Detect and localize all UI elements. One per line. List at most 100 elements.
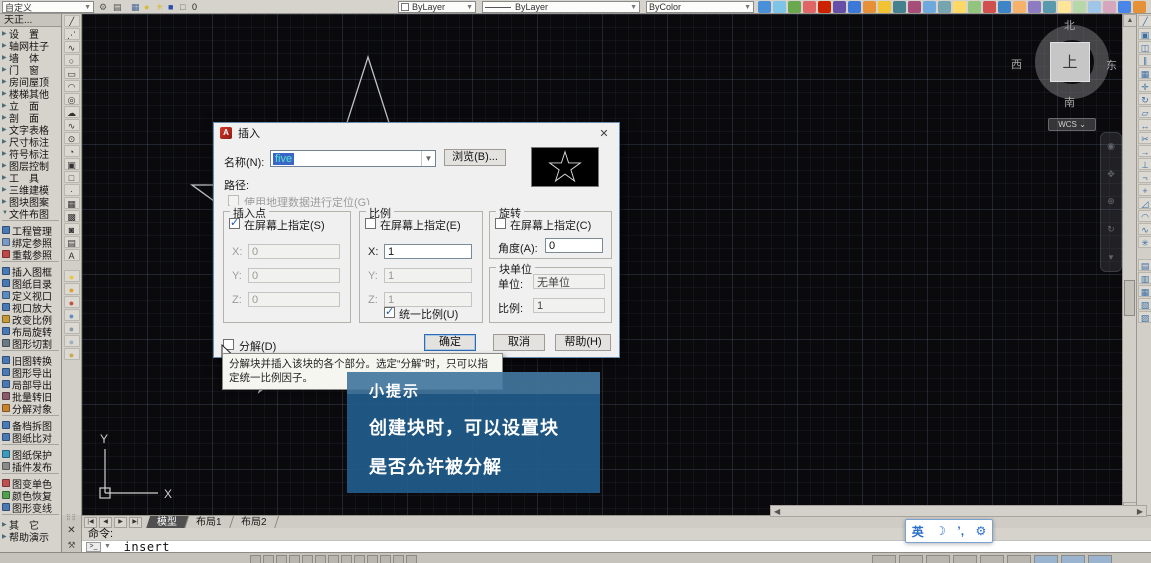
toolbar-icon[interactable] bbox=[1028, 1, 1041, 13]
viewcube-west-label[interactable]: 西 bbox=[1011, 56, 1022, 72]
sidebar-item[interactable]: 视口放大 bbox=[0, 301, 61, 313]
break-at-point-icon[interactable]: ⊥ bbox=[1138, 158, 1151, 170]
sidebar-item[interactable]: 分解对象 bbox=[0, 402, 61, 414]
status-icon[interactable] bbox=[276, 555, 287, 563]
sidebar-item[interactable]: 图形切割 bbox=[0, 337, 61, 349]
move-icon[interactable]: ✛ bbox=[1138, 80, 1151, 92]
stretch-icon[interactable]: ↔ bbox=[1138, 119, 1151, 131]
chamfer-icon[interactable]: ◿ bbox=[1138, 197, 1151, 209]
status-icon[interactable] bbox=[328, 555, 339, 563]
moon-icon[interactable]: ☽ bbox=[935, 524, 946, 538]
status-icon[interactable] bbox=[393, 555, 404, 563]
tab-layout1[interactable]: 布局1 bbox=[185, 516, 234, 529]
sidebar-item[interactable]: 图纸比对 bbox=[0, 431, 61, 443]
sidebar-item[interactable]: ▶符号标注 bbox=[0, 147, 61, 159]
sidebar-item[interactable]: 备档拆图 bbox=[0, 419, 61, 431]
uniform-scale-checkbox[interactable] bbox=[384, 307, 395, 318]
table-icon[interactable]: ▤ bbox=[64, 236, 80, 248]
object-color-dropdown[interactable]: ByLayer▼ bbox=[398, 1, 476, 13]
status-icon[interactable] bbox=[367, 555, 378, 563]
group-tool-5-icon[interactable]: ▨ bbox=[1138, 311, 1151, 323]
sidebar-item[interactable]: 插件发布 bbox=[0, 460, 61, 472]
viewcube-east-label[interactable]: 东 bbox=[1106, 57, 1117, 73]
sidebar-item[interactable]: 布局旋转 bbox=[0, 325, 61, 337]
ime-language-toggle[interactable]: 英 bbox=[912, 523, 924, 540]
status-icon[interactable] bbox=[354, 555, 365, 563]
status-toggle[interactable] bbox=[872, 555, 896, 563]
group-tool-2-icon[interactable]: ▥ bbox=[1138, 272, 1151, 284]
sidebar-item[interactable]: 图纸目录 bbox=[0, 277, 61, 289]
sidebar-item[interactable]: ▶工 具 bbox=[0, 171, 61, 183]
sidebar-item[interactable]: ▶三维建模 bbox=[0, 183, 61, 195]
rotate-icon[interactable]: ↻ bbox=[1138, 93, 1151, 105]
status-toggle[interactable] bbox=[1007, 555, 1031, 563]
line-icon[interactable]: ╱ bbox=[64, 15, 80, 27]
sidebar-item[interactable]: 图形变线 bbox=[0, 501, 61, 513]
viewcube-top-face[interactable]: 上 bbox=[1050, 42, 1090, 82]
specify-onscreen-rotation-checkbox[interactable] bbox=[495, 218, 506, 229]
revision-cloud-icon[interactable]: ☁ bbox=[64, 106, 80, 118]
toolbar-icon[interactable] bbox=[1103, 1, 1116, 13]
trim-icon[interactable]: ✂ bbox=[1138, 132, 1151, 144]
first-tab-icon[interactable]: |◀ bbox=[84, 517, 97, 528]
sidebar-item[interactable]: 旧图转换 bbox=[0, 354, 61, 366]
blend-curves-icon[interactable]: ∿ bbox=[1138, 223, 1151, 235]
status-toggle[interactable] bbox=[899, 555, 923, 563]
layer-bulb-icon[interactable]: ● bbox=[144, 1, 149, 13]
status-toggle[interactable] bbox=[980, 555, 1004, 563]
sidebar-item[interactable]: ▶房间屋顶 bbox=[0, 75, 61, 87]
navigation-bar[interactable]: ◉ ✥ ⊕ ↻ ▾ bbox=[1100, 132, 1122, 272]
sidebar-item[interactable]: ▶尺寸标注 bbox=[0, 135, 61, 147]
gear-icon[interactable]: ⚙ bbox=[99, 1, 107, 13]
sidebar-item[interactable]: ▶图层控制 bbox=[0, 159, 61, 171]
toolbar-icon[interactable] bbox=[833, 1, 846, 13]
toolbar-icon[interactable] bbox=[848, 1, 861, 13]
ok-button[interactable]: 确定 bbox=[424, 334, 476, 351]
toolbar-icon[interactable] bbox=[998, 1, 1011, 13]
scroll-right-icon[interactable]: ▶ bbox=[1137, 507, 1143, 516]
offset-icon[interactable]: ∥ bbox=[1138, 54, 1151, 66]
scale-x-input[interactable] bbox=[384, 244, 472, 259]
sidebar-item[interactable]: 绑定参照 bbox=[0, 236, 61, 248]
dialog-titlebar[interactable]: A 插入 ✕ bbox=[214, 123, 619, 143]
region-icon[interactable]: ◙ bbox=[64, 223, 80, 235]
copy-icon[interactable]: ▣ bbox=[1138, 28, 1151, 40]
layer-sun-icon[interactable]: ✳ bbox=[156, 1, 164, 13]
sidebar-item[interactable]: 重载参照 bbox=[0, 248, 61, 260]
toolbar-icon[interactable] bbox=[893, 1, 906, 13]
sidebar-item[interactable]: 局部导出 bbox=[0, 378, 61, 390]
toolbar-icon[interactable] bbox=[863, 1, 876, 13]
specify-onscreen-insert-checkbox[interactable] bbox=[229, 218, 240, 229]
spline-icon[interactable]: ∿ bbox=[64, 119, 80, 131]
sidebar-item[interactable]: ▶墙 体 bbox=[0, 51, 61, 63]
construction-line-icon[interactable]: ⋰ bbox=[64, 28, 80, 40]
gradient-icon[interactable]: ▩ bbox=[64, 210, 80, 222]
status-icon[interactable] bbox=[263, 555, 274, 563]
ime-punct-toggle[interactable]: ’, bbox=[957, 524, 964, 538]
sidebar-item[interactable]: ▶门 窗 bbox=[0, 63, 61, 75]
toolbar-icon[interactable] bbox=[878, 1, 891, 13]
bulb-on-icon[interactable]: ● bbox=[64, 270, 80, 282]
group-tool-1-icon[interactable]: ▤ bbox=[1138, 259, 1151, 271]
toolbar-icon[interactable] bbox=[773, 1, 786, 13]
ime-toolbar[interactable]: 英 ☽ ’, ⚙ bbox=[905, 519, 993, 543]
sidebar-item[interactable]: 图变单色 bbox=[0, 477, 61, 489]
grip-dots-icon[interactable]: ⣿⣿ bbox=[66, 516, 77, 520]
plot-icon[interactable]: ▤ bbox=[113, 1, 122, 13]
angle-input[interactable] bbox=[545, 238, 603, 253]
status-toggle[interactable] bbox=[1034, 555, 1058, 563]
vertical-scroll-thumb[interactable] bbox=[1124, 280, 1135, 316]
explode-icon[interactable]: ✳ bbox=[1138, 236, 1151, 248]
sidebar-item[interactable]: 图形导出 bbox=[0, 366, 61, 378]
layer-box-icon[interactable]: □ bbox=[180, 1, 185, 13]
layer-tool-1-icon[interactable]: ● bbox=[64, 296, 80, 308]
zoom-icon[interactable]: ⊕ bbox=[1107, 196, 1115, 207]
sidebar-item[interactable]: 插入图框 bbox=[0, 265, 61, 277]
point-icon[interactable]: · bbox=[64, 184, 80, 196]
sidebar-item[interactable]: ▶立 面 bbox=[0, 99, 61, 111]
sidebar-item[interactable]: ▶楼梯其他 bbox=[0, 87, 61, 99]
status-icon[interactable] bbox=[302, 555, 313, 563]
toolbar-icon[interactable] bbox=[1133, 1, 1146, 13]
fillet-icon[interactable]: ◠ bbox=[1138, 210, 1151, 222]
recent-commands-icon[interactable]: ▼ bbox=[104, 543, 111, 550]
